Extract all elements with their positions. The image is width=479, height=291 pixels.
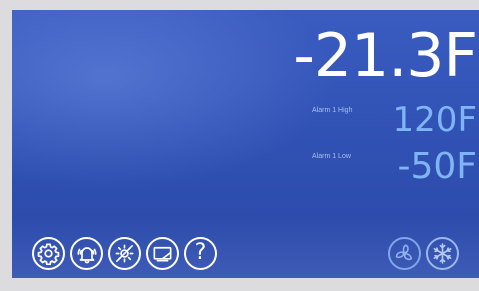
alarm-bell-icon <box>76 246 97 263</box>
help-button[interactable]: ? <box>184 237 217 270</box>
light-off-icon <box>115 244 134 263</box>
fan-button[interactable] <box>388 237 421 270</box>
alarm-high-label: Alarm 1 High <box>312 107 353 114</box>
display-screen-icon <box>153 246 172 262</box>
controller-screen: -21.3F Alarm 1 High 120F Alarm 1 Low -50… <box>12 10 479 278</box>
alarm-button[interactable] <box>70 237 103 270</box>
display-button[interactable] <box>146 237 179 270</box>
light-button[interactable] <box>108 237 141 270</box>
fan-icon <box>395 244 413 261</box>
alarm-low-value[interactable]: -50F <box>397 149 477 185</box>
defrost-button[interactable] <box>426 237 459 270</box>
help-icon: ? <box>194 240 207 265</box>
alarm-high-value[interactable]: 120F <box>393 103 477 137</box>
current-temperature: -21.3F <box>293 21 478 91</box>
snowflake-icon <box>433 243 452 264</box>
alarm-low-label: Alarm 1 Low <box>312 153 351 160</box>
device-bezel: -21.3F Alarm 1 High 120F Alarm 1 Low -50… <box>0 0 479 291</box>
settings-button[interactable] <box>32 237 65 270</box>
gear-icon <box>37 243 60 265</box>
